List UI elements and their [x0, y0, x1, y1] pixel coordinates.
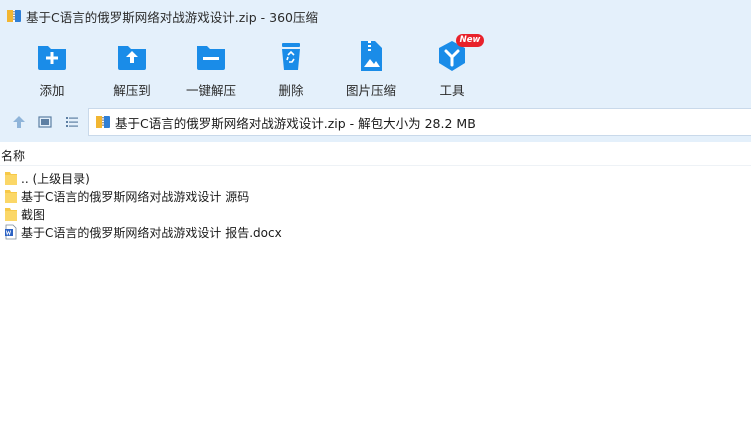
toolbar: 添加 解压到 一键解压 删除 图片压缩 New 工具 — [0, 32, 751, 102]
header-divider — [0, 165, 751, 166]
list-item-label: .. (上级目录) — [21, 171, 90, 186]
word-document-icon — [4, 224, 18, 240]
delete-label: 删除 — [278, 83, 304, 98]
list-item-label: 基于C语言的俄罗斯网络对战游戏设计 报告.docx — [21, 225, 282, 240]
list-item-screenshot-folder[interactable]: 截图 — [0, 205, 751, 223]
folder-icon — [4, 206, 18, 222]
tools-label: 工具 — [439, 83, 465, 98]
app-window: 基于C语言的俄罗斯网络对战游戏设计.zip - 360压缩 添加 解压到 一键解… — [0, 0, 751, 448]
window-title: 基于C语言的俄罗斯网络对战游戏设计.zip - 360压缩 — [26, 9, 318, 25]
title-bar: 基于C语言的俄罗斯网络对战游戏设计.zip - 360压缩 — [0, 0, 751, 32]
column-header-name[interactable]: 名称 — [0, 147, 25, 165]
extract-to-button[interactable]: 解压到 — [92, 38, 172, 100]
add-button[interactable]: 添加 — [12, 38, 92, 100]
new-badge: New — [456, 34, 484, 47]
list-item-label: 基于C语言的俄罗斯网络对战游戏设计 源码 — [21, 189, 250, 204]
list-item-source-folder[interactable]: 基于C语言的俄罗斯网络对战游戏设计 源码 — [0, 187, 751, 205]
address-bar[interactable]: 基于C语言的俄罗斯网络对战游戏设计.zip - 解包大小为 28.2 MB — [88, 108, 751, 136]
address-text: 基于C语言的俄罗斯网络对战游戏设计.zip - 解包大小为 28.2 MB — [115, 115, 476, 131]
folder-icon — [4, 170, 18, 186]
tools-button[interactable]: New 工具 — [412, 34, 492, 100]
file-rows: .. (上级目录) 基于C语言的俄罗斯网络对战游戏设计 源码 截图 基于C语言的… — [0, 169, 751, 241]
recycle-bin-icon — [273, 38, 309, 74]
list-item-report-docx[interactable]: 基于C语言的俄罗斯网络对战游戏设计 报告.docx — [0, 223, 751, 241]
one-click-extract-label: 一键解压 — [185, 83, 236, 98]
arrow-up-icon[interactable] — [11, 114, 27, 130]
zip-archive-icon — [6, 8, 22, 24]
list-view-icon[interactable] — [64, 114, 80, 130]
extract-to-icon — [114, 38, 150, 74]
one-click-extract-icon — [193, 38, 229, 74]
extract-to-label: 解压到 — [113, 83, 151, 98]
zip-archive-icon — [95, 114, 111, 130]
add-file-icon — [34, 38, 70, 74]
list-item-label: 截图 — [21, 207, 46, 222]
add-label: 添加 — [39, 83, 65, 98]
image-compress-label: 图片压缩 — [345, 83, 396, 98]
list-item-parent-directory[interactable]: .. (上级目录) — [0, 169, 751, 187]
one-click-extract-button[interactable]: 一键解压 — [171, 38, 251, 100]
folder-icon — [4, 188, 18, 204]
delete-button[interactable]: 删除 — [251, 38, 331, 100]
image-compress-button[interactable]: 图片压缩 — [331, 38, 411, 100]
tools-cube-icon: New — [434, 34, 484, 74]
address-row: 基于C语言的俄罗斯网络对战游戏设计.zip - 解包大小为 28.2 MB — [0, 102, 751, 142]
image-compress-icon — [353, 38, 389, 74]
thumbnail-view-icon[interactable] — [37, 114, 53, 130]
file-list: 名称 .. (上级目录) 基于C语言的俄罗斯网络对战游戏设计 源码 截图 基于C… — [0, 142, 751, 448]
